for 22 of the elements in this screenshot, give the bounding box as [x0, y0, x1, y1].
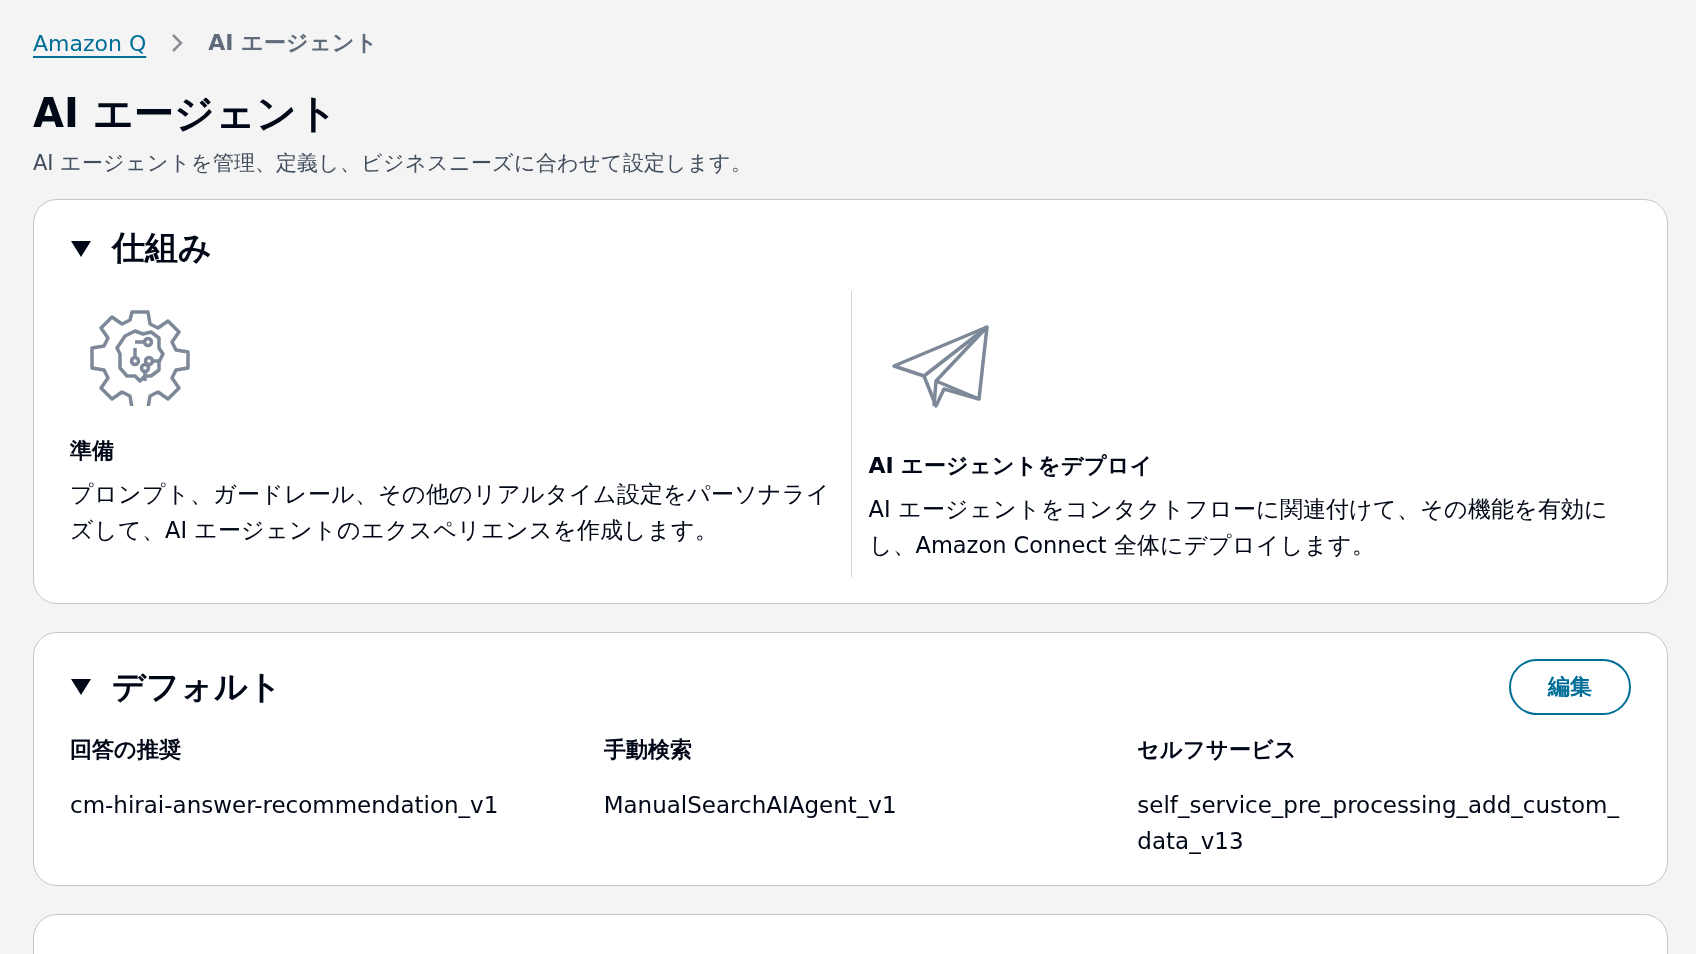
step-title: 準備 — [70, 437, 115, 465]
breadcrumb-current: AI エージェント — [208, 29, 379, 57]
step-description: プロンプト、ガードレール、その他のリアルタイム設定をパーソナライズして、AI エージェントのエクスペリエンスを作成します。 — [70, 480, 831, 545]
field-label: 回答の推奨 — [70, 736, 182, 764]
edit-button[interactable]: 編集 — [1509, 659, 1631, 715]
field-value: self_service_pre_processing_add_custom_data_v13 — [1137, 791, 1621, 856]
caret-icon — [70, 678, 92, 696]
field-value: cm-hirai-answer-recommendation_v1 — [70, 791, 500, 820]
step-title: AI エージェントをデプロイ — [868, 452, 1155, 480]
field-label: セルフサービス — [1137, 736, 1299, 764]
section-title: デフォルト — [112, 665, 282, 708]
chevron-right-icon — [170, 32, 185, 54]
section-toggle[interactable]: デフォルト — [70, 664, 282, 710]
field-value: ManualSearchAIAgent_v1 — [603, 791, 898, 820]
field-label: 手動検索 — [603, 736, 693, 764]
section-toggle[interactable]: 仕組み — [70, 226, 212, 271]
page-description: AI エージェントを管理、定義し、ビジネスニーズに合わせて設定します。 — [33, 150, 754, 177]
page-title: AI エージェント — [33, 89, 339, 138]
breadcrumb-link[interactable]: Amazon Q — [33, 30, 147, 56]
section-title: 仕組み — [112, 227, 212, 269]
step-description: AI エージェントをコンタクトフローに関連付けて、その機能を有効にし、Amazon Connect 全体にデプロイします。 — [868, 495, 1609, 560]
caret-icon — [70, 239, 92, 258]
